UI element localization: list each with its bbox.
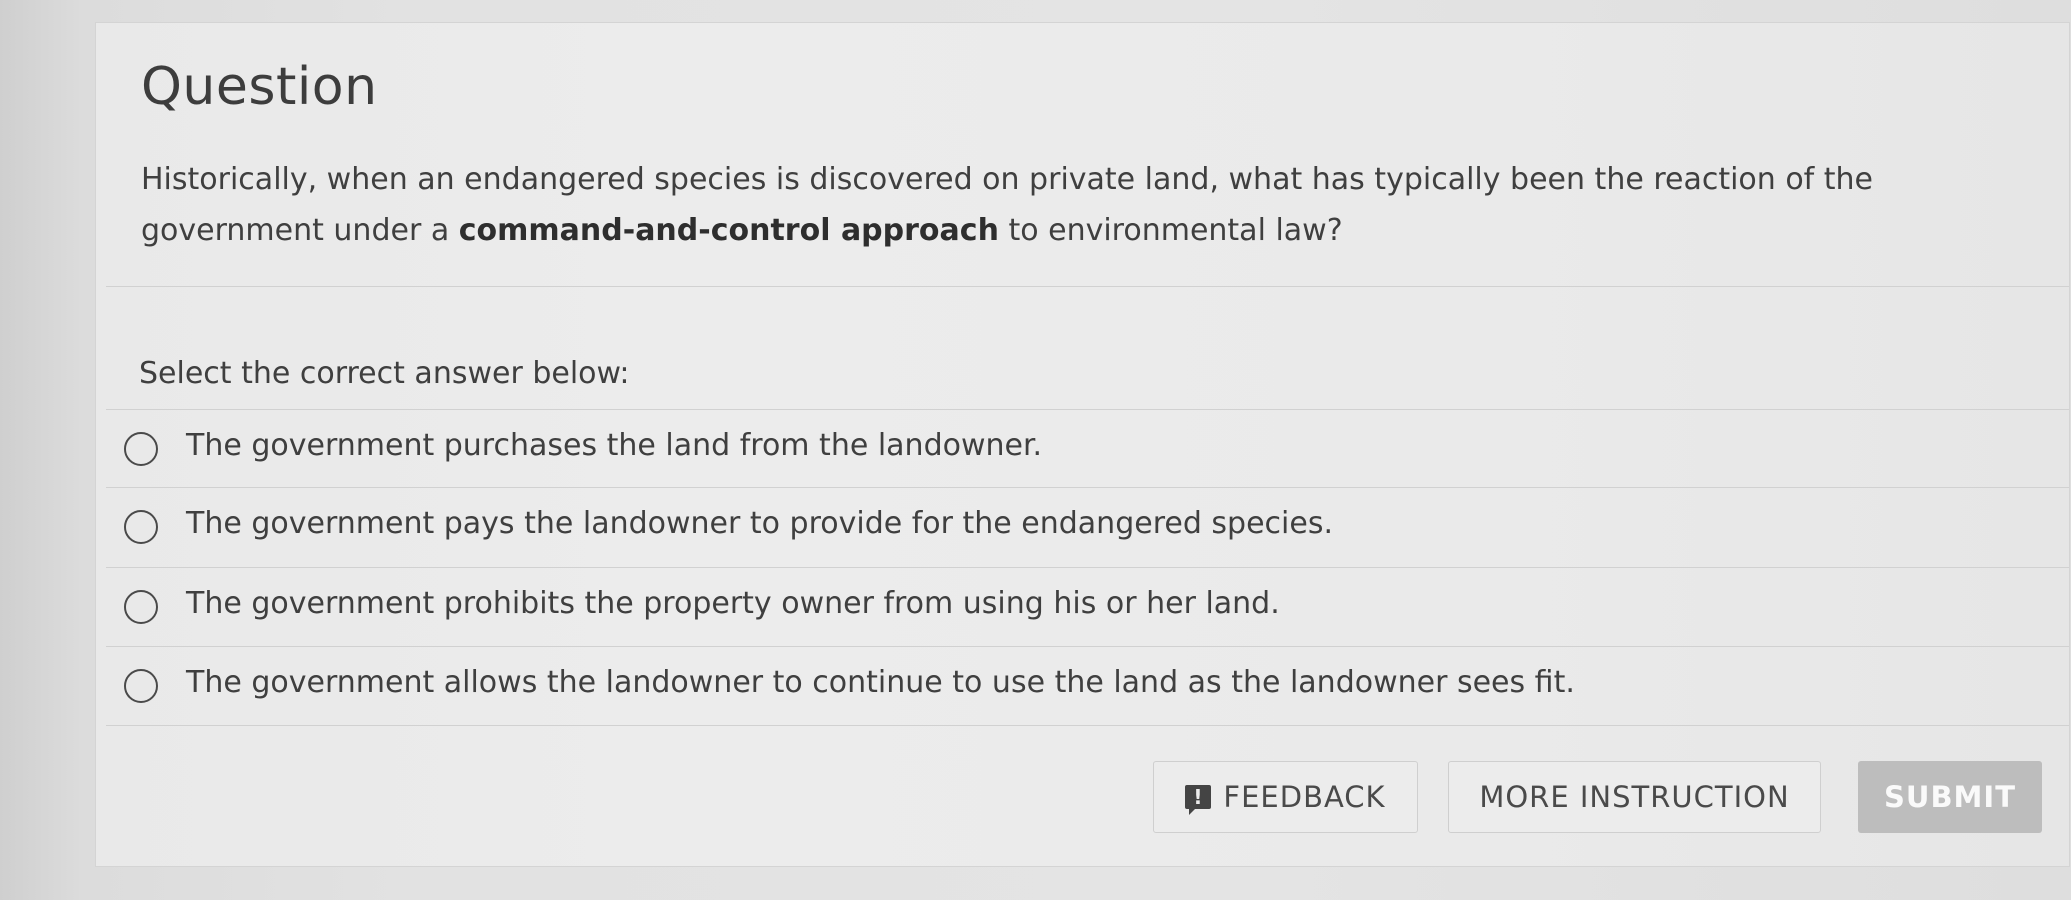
feedback-button-label: FEEDBACK bbox=[1223, 780, 1386, 814]
submit-button-label: SUBMIT bbox=[1884, 780, 2016, 814]
question-text-end: to environmental law? bbox=[998, 213, 1343, 248]
divider bbox=[106, 286, 2069, 287]
feedback-exclamation-icon: ! bbox=[1185, 785, 1212, 815]
radio-unselected-icon[interactable] bbox=[124, 590, 158, 624]
answer-option-4[interactable]: The government allows the landowner to c… bbox=[96, 646, 2069, 724]
question-text-bold: command-and-control approach bbox=[458, 213, 999, 248]
question-card: Question Historically, when an endangere… bbox=[95, 22, 2070, 867]
question-text: Historically, when an endangered species… bbox=[141, 154, 1961, 256]
radio-unselected-icon[interactable] bbox=[124, 432, 158, 466]
submit-button[interactable]: SUBMIT bbox=[1858, 761, 2042, 833]
question-title: Question bbox=[141, 57, 378, 117]
divider bbox=[106, 725, 2069, 726]
answer-option-1[interactable]: The government purchases the land from t… bbox=[96, 409, 2069, 487]
feedback-button[interactable]: ! FEEDBACK bbox=[1153, 761, 1418, 833]
radio-unselected-icon[interactable] bbox=[124, 510, 158, 544]
answer-option-label[interactable]: The government prohibits the property ow… bbox=[186, 586, 1280, 621]
more-instruction-button-label: MORE INSTRUCTION bbox=[1479, 780, 1790, 814]
answer-option-3[interactable]: The government prohibits the property ow… bbox=[96, 567, 2069, 645]
more-instruction-button[interactable]: MORE INSTRUCTION bbox=[1448, 761, 1821, 833]
radio-unselected-icon[interactable] bbox=[124, 669, 158, 703]
answer-option-label[interactable]: The government pays the landowner to pro… bbox=[186, 506, 1333, 541]
answer-option-label[interactable]: The government purchases the land from t… bbox=[186, 428, 1042, 463]
answer-option-label[interactable]: The government allows the landowner to c… bbox=[186, 665, 1575, 700]
answer-option-2[interactable]: The government pays the landowner to pro… bbox=[96, 487, 2069, 565]
select-answer-label: Select the correct answer below: bbox=[139, 356, 630, 391]
